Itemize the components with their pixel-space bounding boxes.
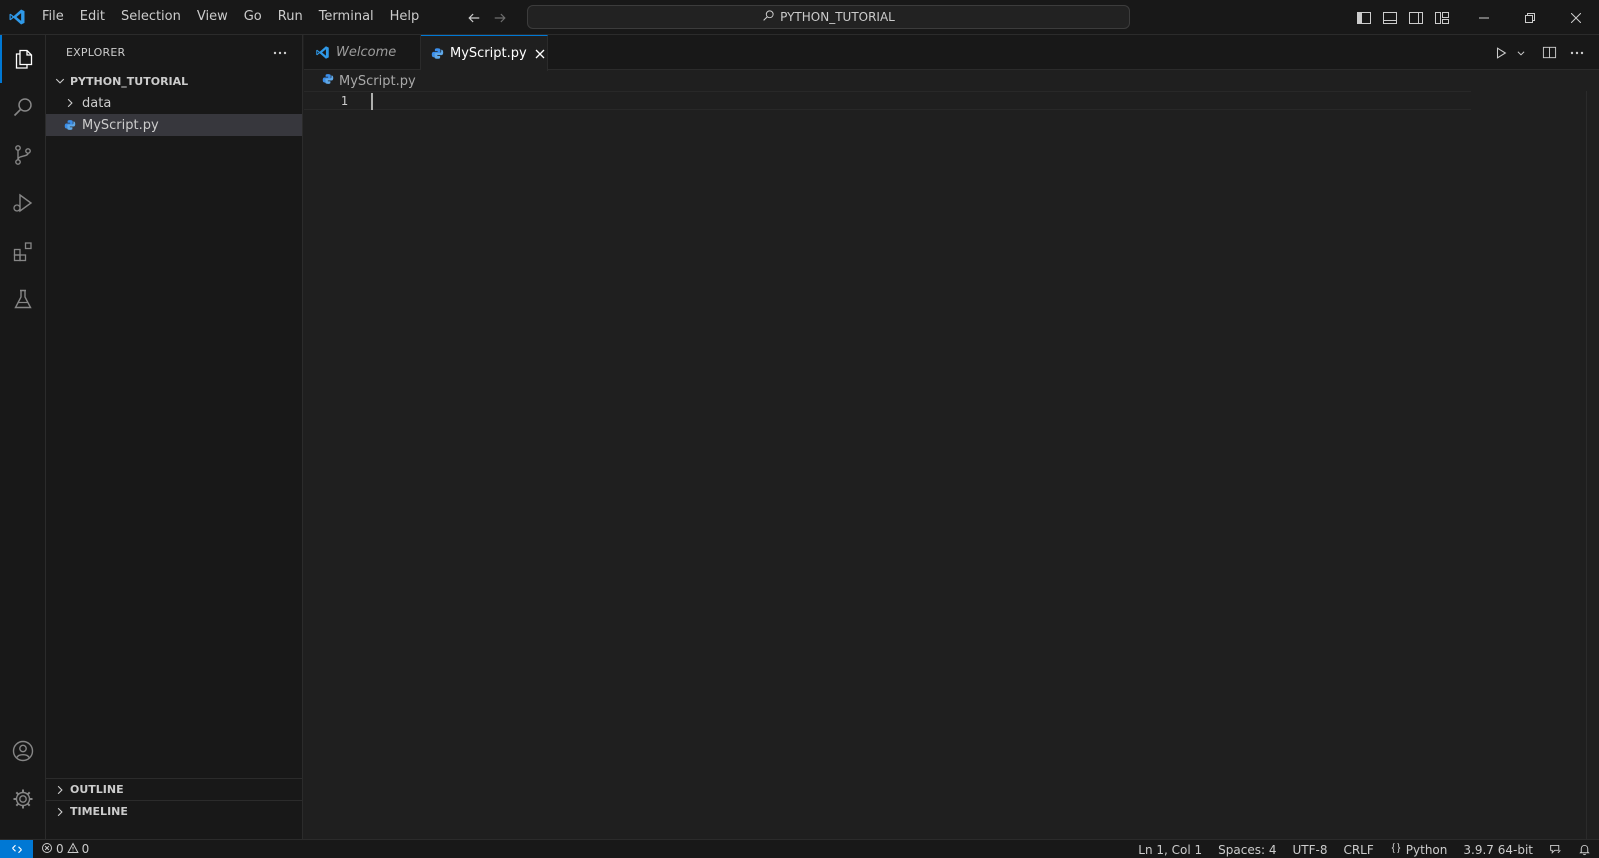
menu-terminal[interactable]: Terminal (311, 6, 382, 28)
customize-layout-icon[interactable] (1434, 10, 1450, 26)
sidebar-header: EXPLORER (46, 35, 302, 70)
workspace-folder-header[interactable]: PYTHON_TUTORIAL (46, 70, 302, 92)
vscode-icon (314, 45, 330, 61)
window-controls (1461, 0, 1599, 35)
menu-file[interactable]: File (34, 6, 72, 28)
braces-icon (1390, 842, 1402, 857)
editor-area: Welcome MyScript.py MyScript.py 1 (304, 35, 1599, 839)
split-editor-icon[interactable] (1542, 44, 1557, 62)
more-actions-icon[interactable] (270, 43, 290, 63)
sidebar-bottom-sections: OUTLINE TIMELINE (46, 778, 302, 822)
tab-myscript[interactable]: MyScript.py (421, 35, 548, 71)
toggle-panel-icon[interactable] (1382, 10, 1398, 26)
remote-indicator-icon[interactable] (0, 839, 33, 858)
sidebar-title: EXPLORER (66, 46, 126, 59)
problems-indicator[interactable]: 0 0 (33, 841, 97, 857)
editor-actions (1494, 35, 1585, 70)
tab-welcome[interactable]: Welcome (304, 35, 421, 70)
indentation[interactable]: Spaces: 4 (1218, 843, 1276, 857)
tree-item-data-folder[interactable]: data (46, 92, 302, 114)
restore-icon[interactable] (1507, 0, 1553, 35)
tree-item-label: data (82, 95, 112, 111)
search-icon (762, 9, 775, 25)
editor-scrollbar[interactable] (1586, 91, 1587, 839)
more-actions-icon[interactable] (1569, 44, 1585, 62)
manage-gear-icon[interactable] (0, 775, 46, 823)
workspace-folder-name: PYTHON_TUTORIAL (70, 74, 189, 88)
language-label: Python (1405, 842, 1448, 857)
search-icon[interactable] (0, 83, 46, 131)
status-bar: 0 0 Ln 1, Col 1 Spaces: 4 UTF-8 CRLF Pyt… (0, 839, 1599, 858)
navigation-arrows (466, 0, 508, 35)
language-mode[interactable]: Python (1390, 842, 1448, 857)
account-icon[interactable] (0, 727, 46, 775)
command-center-label: PYTHON_TUTORIAL (780, 10, 895, 24)
minimize-icon[interactable] (1461, 0, 1507, 35)
tab-label: MyScript.py (450, 46, 527, 61)
menu-bar: File Edit Selection View Go Run Terminal… (34, 0, 427, 35)
run-debug-icon[interactable] (0, 179, 46, 227)
tree-item-myscript[interactable]: MyScript.py (46, 114, 302, 136)
end-of-line[interactable]: CRLF (1343, 843, 1373, 857)
chevron-right-icon (62, 95, 78, 111)
chevron-down-icon (52, 73, 68, 89)
chevron-down-icon[interactable] (1516, 44, 1526, 62)
warning-icon (66, 841, 79, 857)
menu-help[interactable]: Help (382, 6, 428, 28)
menu-selection[interactable]: Selection (113, 6, 189, 28)
status-right: Ln 1, Col 1 Spaces: 4 UTF-8 CRLF Python … (1138, 840, 1591, 858)
vscode-logo-icon (0, 0, 34, 35)
menu-go[interactable]: Go (236, 6, 270, 28)
run-python-file-icon[interactable] (1494, 44, 1508, 62)
back-arrow-icon[interactable] (466, 10, 482, 26)
cursor-position[interactable]: Ln 1, Col 1 (1138, 843, 1202, 857)
explorer-icon[interactable] (0, 35, 46, 83)
encoding[interactable]: UTF-8 (1292, 843, 1327, 857)
title-bar: File Edit Selection View Go Run Terminal… (0, 0, 1599, 35)
chevron-right-icon (52, 804, 68, 820)
menu-run[interactable]: Run (270, 6, 311, 28)
menu-edit[interactable]: Edit (72, 6, 113, 28)
activity-bar (0, 35, 46, 839)
chevron-right-icon (52, 782, 68, 798)
python-file-icon (62, 117, 78, 133)
line-number: 1 (340, 94, 348, 108)
command-center-search[interactable]: PYTHON_TUTORIAL (527, 5, 1130, 29)
close-icon[interactable] (535, 45, 545, 63)
timeline-label: TIMELINE (70, 805, 128, 818)
error-icon (41, 842, 53, 857)
breadcrumb-file[interactable]: MyScript.py (339, 74, 416, 89)
source-control-icon[interactable] (0, 131, 46, 179)
error-count: 0 (56, 842, 64, 856)
outline-label: OUTLINE (70, 783, 124, 796)
python-interpreter[interactable]: 3.9.7 64-bit (1463, 843, 1533, 857)
breadcrumb[interactable]: MyScript.py (304, 70, 1599, 92)
notifications-bell-icon[interactable] (1578, 843, 1591, 856)
toggle-primary-sidebar-icon[interactable] (1356, 10, 1372, 26)
text-cursor (371, 93, 373, 110)
testing-icon[interactable] (0, 275, 46, 323)
current-line-highlight (304, 91, 1471, 110)
extensions-icon[interactable] (0, 227, 46, 275)
explorer-sidebar: EXPLORER PYTHON_TUTORIAL data MyScript.p… (46, 35, 303, 839)
tree-item-label: MyScript.py (82, 117, 159, 133)
python-icon (431, 46, 444, 62)
feedback-icon[interactable] (1549, 843, 1562, 856)
close-window-icon[interactable] (1553, 0, 1599, 35)
tab-label: Welcome (336, 45, 397, 60)
python-icon (322, 73, 334, 89)
layout-controls (1356, 0, 1450, 35)
menu-view[interactable]: View (189, 6, 236, 28)
warning-count: 0 (81, 842, 90, 856)
outline-section-header[interactable]: OUTLINE (46, 778, 302, 800)
tab-bar: Welcome MyScript.py (304, 35, 1599, 71)
toggle-secondary-sidebar-icon[interactable] (1408, 10, 1424, 26)
timeline-section-header[interactable]: TIMELINE (46, 800, 302, 822)
forward-arrow-icon[interactable] (492, 10, 508, 26)
